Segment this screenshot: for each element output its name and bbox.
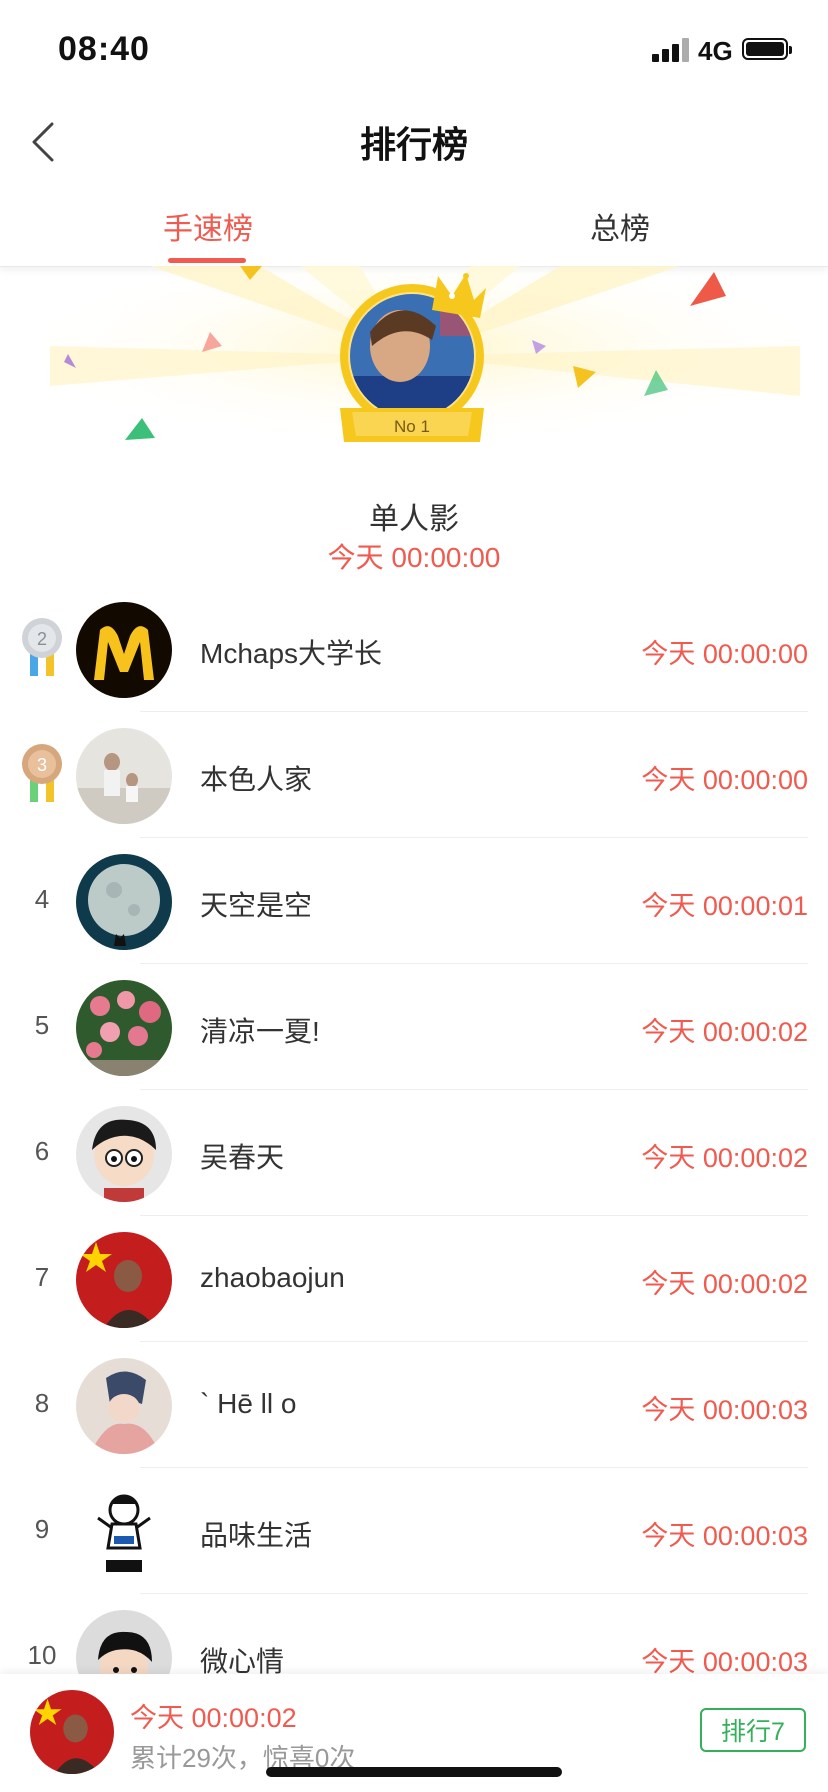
list-item[interactable]: 8 ` Hē ll o 今天 00:00:03 xyxy=(0,1342,828,1468)
rank-number: 7 xyxy=(34,1262,50,1292)
user-name: 吴春天 xyxy=(200,1142,285,1173)
status-time: 08:40 xyxy=(58,30,150,68)
user-name: ` Hē ll o xyxy=(200,1388,297,1419)
avatar[interactable] xyxy=(76,1106,172,1202)
user-name: zhaobaojun xyxy=(200,1262,345,1293)
tab-bar: 手速榜 总榜 xyxy=(0,186,828,267)
nav-bar: 排行榜 xyxy=(0,98,828,186)
avatar[interactable] xyxy=(76,1484,172,1580)
rank-number: 4 xyxy=(34,884,50,914)
rank-number: 10 xyxy=(27,1640,57,1670)
record-time: 今天 00:00:02 xyxy=(641,1017,808,1047)
record-time: 今天 00:00:03 xyxy=(641,1395,808,1425)
avatar[interactable] xyxy=(76,980,172,1076)
avatar[interactable] xyxy=(76,1232,172,1328)
signal-icon xyxy=(652,38,690,62)
tab-total-ranking[interactable]: 总榜 xyxy=(520,204,720,248)
user-name: 本色人家 xyxy=(200,764,313,795)
champion-banner: No 1 xyxy=(40,266,800,446)
rank-number: 9 xyxy=(34,1514,50,1544)
list-item[interactable]: 4 天空是空 今天 00:00:01 xyxy=(0,838,828,964)
rank-number: 5 xyxy=(34,1010,50,1040)
record-time: 今天 00:00:03 xyxy=(641,1521,808,1551)
champion-badge: No 1 xyxy=(394,417,430,436)
record-time: 今天 00:00:00 xyxy=(641,765,808,795)
rank-number: 6 xyxy=(34,1136,50,1166)
home-indicator xyxy=(266,1767,562,1777)
avatar[interactable] xyxy=(76,602,172,698)
list-item[interactable]: 7 zhaobaojun 今天 00:00:02 xyxy=(0,1216,828,1342)
champion-card: No 1 单人影 今天 00:00:00 xyxy=(0,266,828,586)
avatar[interactable] xyxy=(76,1358,172,1454)
avatar[interactable] xyxy=(76,728,172,824)
avatar[interactable] xyxy=(76,854,172,950)
ranking-list: 2 Mchaps大学长 今天 00:00:00 3 本色人家 今天 00:00:… xyxy=(0,586,828,1720)
list-item[interactable]: 9 品味生活 今天 00:00:03 xyxy=(0,1468,828,1594)
network-type: 4G xyxy=(698,36,733,66)
user-name: 品味生活 xyxy=(200,1520,313,1551)
tab-speed-ranking[interactable]: 手速榜 xyxy=(108,204,308,248)
svg-text:2: 2 xyxy=(37,629,47,649)
rank-number: 8 xyxy=(34,1388,50,1418)
active-tab-indicator xyxy=(168,258,246,263)
my-rank-button[interactable]: 排行7 xyxy=(700,1708,806,1752)
record-time: 今天 00:00:01 xyxy=(641,891,808,921)
list-item[interactable]: 2 Mchaps大学长 今天 00:00:00 xyxy=(0,586,828,712)
record-time: 今天 00:00:02 xyxy=(641,1143,808,1173)
battery-icon xyxy=(742,38,792,60)
my-best-time: 今天 00:00:02 xyxy=(130,1703,297,1733)
record-time: 今天 00:00:02 xyxy=(641,1269,808,1299)
champion-time: 今天 00:00:00 xyxy=(327,542,501,573)
user-name: Mchaps大学长 xyxy=(200,638,383,669)
list-item[interactable]: 5 清凉一夏! 今天 00:00:02 xyxy=(0,964,828,1090)
user-name: 清凉一夏! xyxy=(200,1016,320,1047)
silver-medal-icon: 2 xyxy=(22,618,62,676)
svg-text:3: 3 xyxy=(37,755,47,775)
list-item[interactable]: 6 吴春天 今天 00:00:02 xyxy=(0,1090,828,1216)
champion-name: 单人影 xyxy=(369,503,459,536)
list-item[interactable]: 3 本色人家 今天 00:00:00 xyxy=(0,712,828,838)
bronze-medal-icon: 3 xyxy=(22,744,62,802)
page-title: 排行榜 xyxy=(359,124,468,165)
my-avatar[interactable] xyxy=(30,1690,114,1774)
record-time: 今天 00:00:00 xyxy=(641,639,808,669)
user-name: 天空是空 xyxy=(200,890,313,921)
status-bar: 08:40 4G xyxy=(0,0,828,98)
